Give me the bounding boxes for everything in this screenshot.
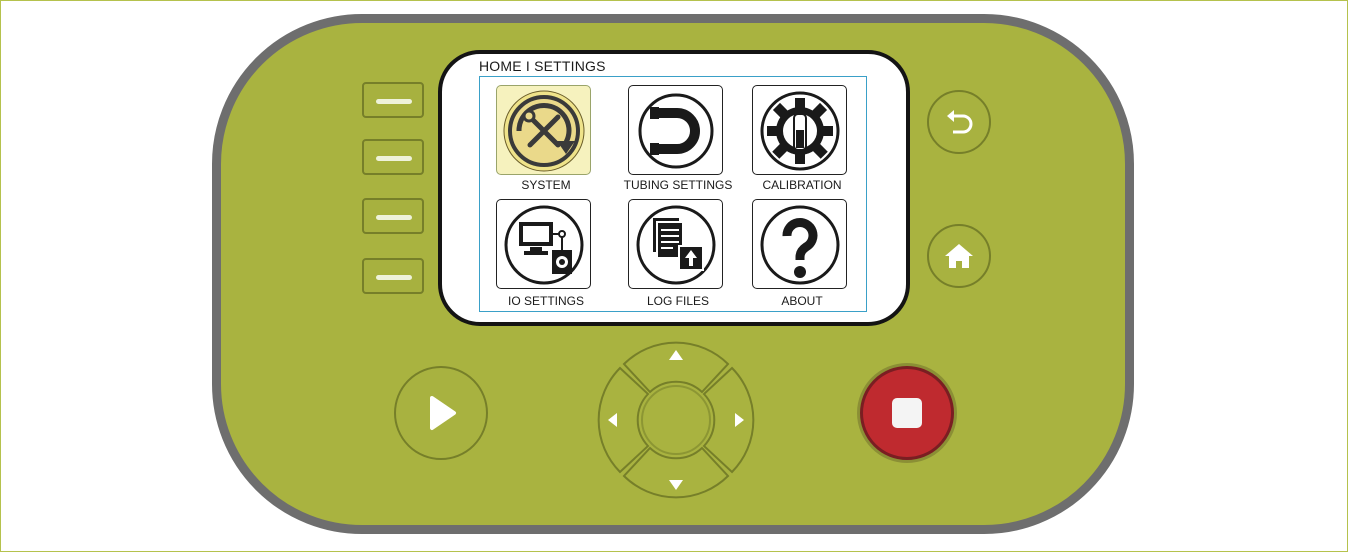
- softkey-bar: [376, 275, 412, 280]
- tile-log-files[interactable]: [628, 199, 723, 289]
- log-files-icon: [636, 205, 716, 285]
- tile-label-about: ABOUT: [781, 294, 823, 308]
- tile-label-system: SYSTEM: [521, 178, 571, 192]
- play-button[interactable]: [394, 366, 488, 460]
- tile-system[interactable]: [496, 85, 591, 175]
- softkey-2[interactable]: [362, 139, 424, 175]
- stop-icon: [892, 398, 922, 428]
- home-button[interactable]: [927, 224, 991, 288]
- play-icon: [430, 396, 456, 430]
- calibration-gear-icon: [760, 91, 840, 171]
- tile-io-settings[interactable]: [496, 199, 591, 289]
- tile-calibration[interactable]: [752, 85, 847, 175]
- home-icon: [945, 244, 973, 268]
- system-tools-icon: [503, 90, 585, 172]
- dpad-left-button[interactable]: [597, 366, 650, 474]
- breadcrumb: HOME I SETTINGS: [479, 58, 606, 74]
- softkey-3[interactable]: [362, 198, 424, 234]
- tubing-icon: [638, 93, 714, 169]
- softkey-bar: [376, 99, 412, 104]
- dpad-down-button[interactable]: [622, 446, 730, 499]
- tile-label-io: IO SETTINGS: [507, 294, 584, 308]
- tile-about[interactable]: [752, 199, 847, 289]
- tile-label-tubing: TUBING SETTINGS: [623, 178, 733, 192]
- stop-button[interactable]: [860, 366, 954, 460]
- softkey-bar: [376, 156, 412, 161]
- back-button[interactable]: [927, 90, 991, 154]
- softkey-bar: [376, 215, 412, 220]
- dpad-up-button[interactable]: [622, 341, 730, 394]
- tile-label-log: LOG FILES: [646, 294, 710, 308]
- tile-label-calibration: CALIBRATION: [762, 178, 842, 192]
- dpad-right-button[interactable]: [702, 366, 755, 474]
- io-computer-icon: [504, 205, 584, 285]
- softkey-1[interactable]: [362, 82, 424, 118]
- question-mark-icon: [760, 205, 840, 285]
- dpad: [597, 341, 755, 499]
- softkey-4[interactable]: [362, 258, 424, 294]
- dpad-center-button[interactable]: [641, 385, 711, 455]
- back-arrow-icon: [947, 110, 973, 134]
- tile-tubing-settings[interactable]: [628, 85, 723, 175]
